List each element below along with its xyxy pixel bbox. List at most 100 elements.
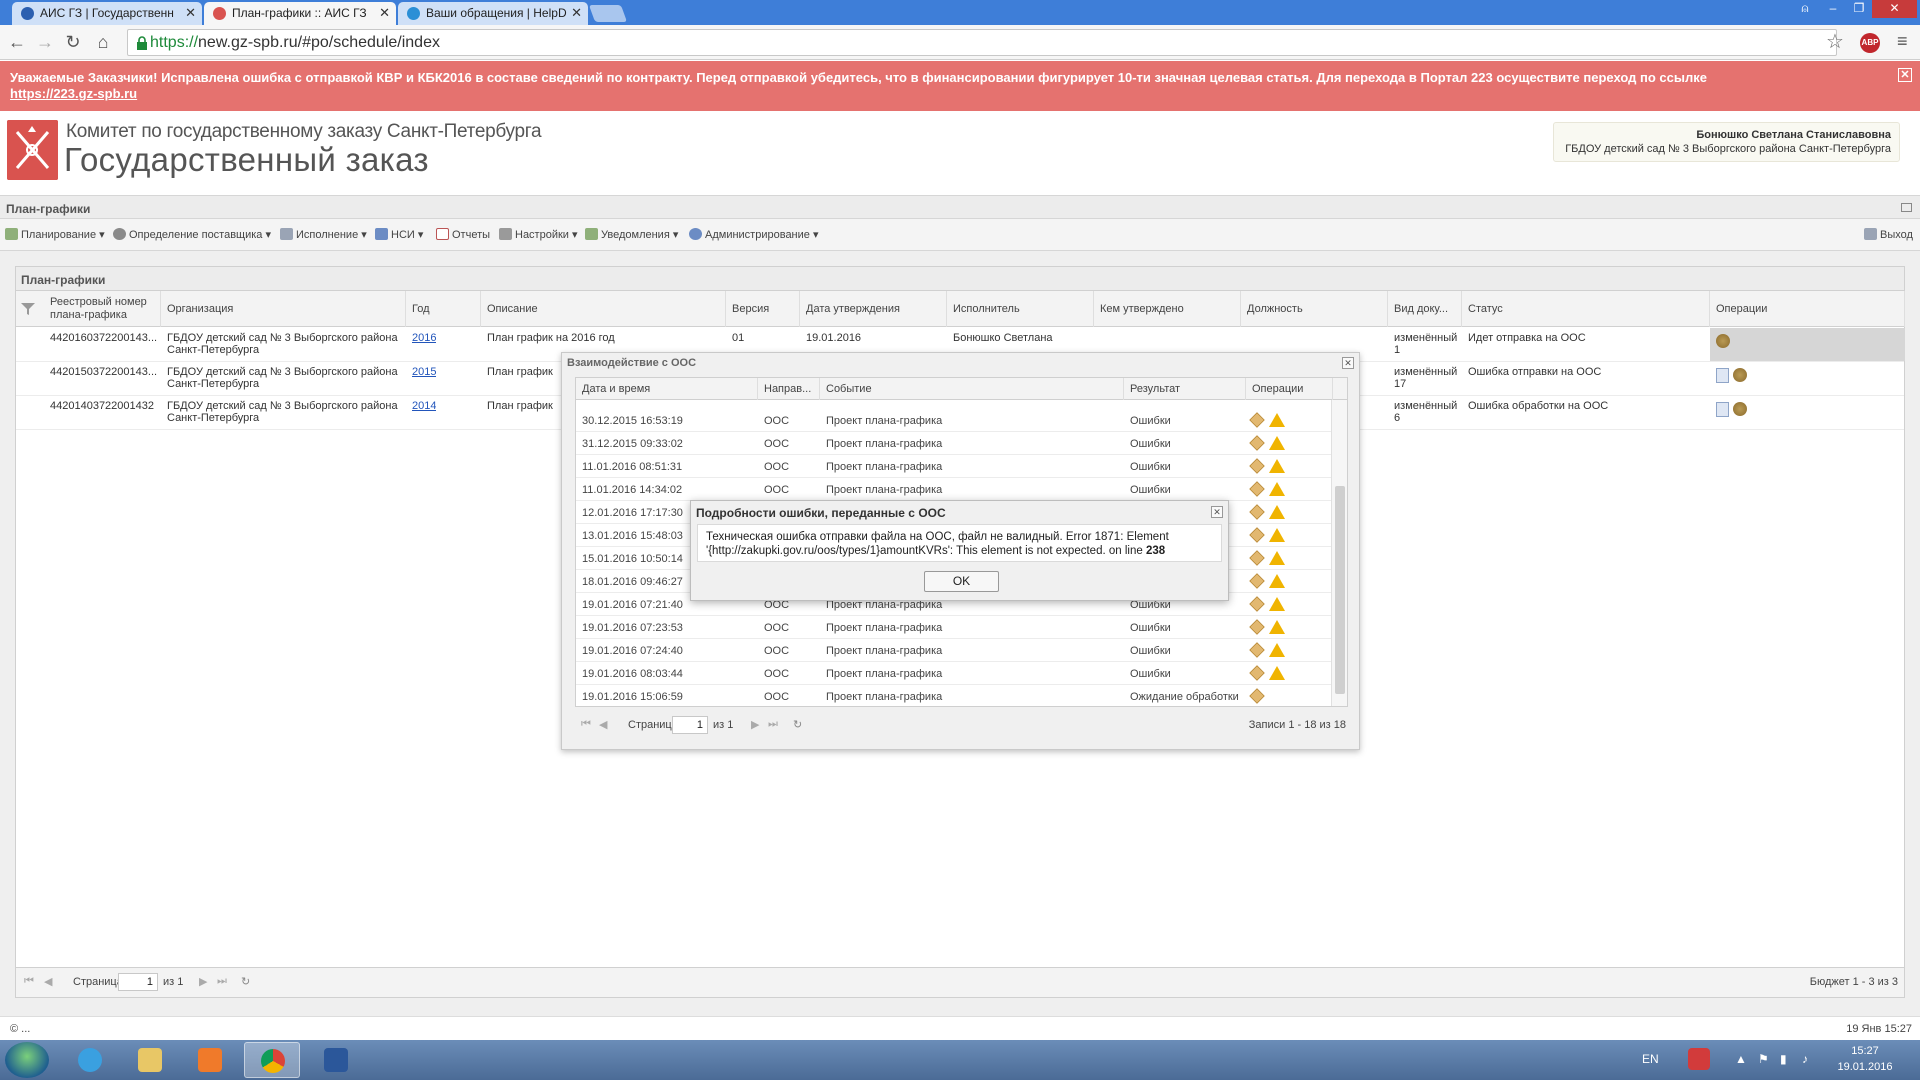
- oos-row[interactable]: 11.01.2016 14:34:02 ООС Проект плана-графи…: [576, 478, 1333, 501]
- exit-button[interactable]: Выход: [1864, 228, 1913, 241]
- oos-row[interactable]: 30.12.2015 16:53:19 ООС Проект плана-графи…: [576, 409, 1333, 432]
- browser-tab-schedule[interactable]: План-графики :: АИС ГЗ ✕: [204, 2, 396, 25]
- last-page-icon[interactable]: ⏭: [768, 718, 778, 731]
- document-icon[interactable]: [1716, 402, 1729, 417]
- warning-icon[interactable]: [1269, 574, 1285, 588]
- user-icon[interactable]: ⍝: [1792, 0, 1818, 18]
- oos-row[interactable]: 31.12.2015 09:33:02 ООС Проект плана-графи…: [576, 432, 1333, 455]
- language-indicator[interactable]: EN: [1642, 1052, 1659, 1066]
- package-icon[interactable]: [1249, 688, 1265, 704]
- warning-icon[interactable]: [1269, 597, 1285, 611]
- col-organization[interactable]: Организация: [161, 291, 406, 327]
- taskbar-chrome[interactable]: [244, 1042, 300, 1078]
- col-approval-date[interactable]: Дата утверждения: [800, 291, 947, 327]
- refresh-icon[interactable]: ↻: [241, 975, 250, 988]
- package-icon[interactable]: [1249, 596, 1265, 612]
- eagle-seal-icon[interactable]: [1716, 334, 1730, 348]
- adblock-icon[interactable]: ABP: [1860, 33, 1880, 53]
- package-icon[interactable]: [1249, 550, 1265, 566]
- oos-row[interactable]: 19.01.2016 15:06:59 ООС Проект плана-графи…: [576, 685, 1333, 706]
- package-icon[interactable]: [1249, 435, 1265, 451]
- page-input[interactable]: 1: [672, 716, 708, 734]
- warning-icon[interactable]: [1269, 413, 1285, 427]
- page-input[interactable]: 1: [118, 973, 158, 991]
- col-reg-number[interactable]: Реестровый номер плана-графика: [44, 291, 161, 327]
- warning-icon[interactable]: [1269, 528, 1285, 542]
- first-page-icon[interactable]: ⏮: [24, 975, 34, 988]
- year-link[interactable]: 2015: [412, 366, 436, 378]
- warning-icon[interactable]: [1269, 436, 1285, 450]
- package-icon[interactable]: [1249, 481, 1265, 497]
- browser-menu-icon[interactable]: ≡: [1897, 31, 1908, 52]
- volume-icon[interactable]: ♪: [1802, 1052, 1808, 1066]
- last-page-icon[interactable]: ⏭: [217, 975, 227, 988]
- col-status[interactable]: Статус: [1462, 291, 1710, 327]
- vertical-scrollbar[interactable]: [1331, 400, 1347, 706]
- oos-row[interactable]: 11.01.2016 08:51:31 ООС Проект плана-графи…: [576, 455, 1333, 478]
- next-page-icon[interactable]: ▶: [751, 718, 759, 731]
- col-operations[interactable]: Операции: [1710, 291, 1905, 327]
- bookmark-star-icon[interactable]: ☆: [1826, 29, 1844, 54]
- prev-page-icon[interactable]: ◀: [599, 718, 607, 731]
- clock[interactable]: 15:27 19.01.2016: [1825, 1043, 1905, 1075]
- warning-icon[interactable]: [1269, 620, 1285, 634]
- col-version[interactable]: Версия: [726, 291, 800, 327]
- browser-tab-helpdesk[interactable]: Ваши обращения | HelpD ✕: [398, 2, 588, 25]
- menu-admin[interactable]: Администрирование ▾: [689, 228, 818, 241]
- taskbar-ie[interactable]: [62, 1042, 118, 1078]
- year-link[interactable]: 2016: [412, 332, 436, 344]
- taskbar-media[interactable]: [182, 1042, 238, 1078]
- col-description[interactable]: Описание: [481, 291, 726, 327]
- filter-icon[interactable]: [21, 303, 35, 315]
- col-approved-by[interactable]: Кем утверждено: [1094, 291, 1241, 327]
- next-page-icon[interactable]: ▶: [199, 975, 207, 988]
- document-icon[interactable]: [1716, 368, 1729, 383]
- package-icon[interactable]: [1249, 412, 1265, 428]
- warning-icon[interactable]: [1269, 666, 1285, 680]
- network-icon[interactable]: ▮: [1780, 1052, 1787, 1066]
- oos-row[interactable]: 19.01.2016 08:03:44 ООС Проект плана-графи…: [576, 662, 1333, 685]
- action-center-icon[interactable]: ⚑: [1758, 1052, 1769, 1066]
- collapse-icon[interactable]: [1901, 203, 1912, 212]
- banner-link[interactable]: https://223.gz-spb.ru: [10, 86, 137, 101]
- warning-icon[interactable]: [1269, 505, 1285, 519]
- new-tab-button[interactable]: [588, 5, 628, 22]
- oos-row[interactable]: 19.01.2016 07:24:40 ООС Проект плана-графи…: [576, 639, 1333, 662]
- close-icon[interactable]: ✕: [1342, 357, 1354, 369]
- forward-icon[interactable]: →: [34, 31, 56, 53]
- package-icon[interactable]: [1249, 573, 1265, 589]
- warning-icon[interactable]: [1269, 459, 1285, 473]
- menu-supplier[interactable]: Определение поставщика ▾: [113, 228, 271, 241]
- reload-icon[interactable]: ↻: [62, 31, 84, 53]
- start-button[interactable]: [5, 1042, 49, 1078]
- warning-icon[interactable]: [1269, 551, 1285, 565]
- close-window-button[interactable]: ✕: [1872, 0, 1917, 18]
- col-operations[interactable]: Операции: [1246, 378, 1333, 400]
- eagle-seal-icon[interactable]: [1733, 402, 1747, 416]
- menu-reports[interactable]: Отчеты: [436, 228, 490, 241]
- col-doc-type[interactable]: Вид доку...: [1388, 291, 1462, 327]
- restore-button[interactable]: ❐: [1846, 0, 1872, 18]
- col-executor[interactable]: Исполнитель: [947, 291, 1094, 327]
- back-icon[interactable]: ←: [6, 31, 28, 53]
- package-icon[interactable]: [1249, 527, 1265, 543]
- first-page-icon[interactable]: ⏮: [581, 718, 591, 731]
- package-icon[interactable]: [1249, 665, 1265, 681]
- eagle-seal-icon[interactable]: [1733, 368, 1747, 382]
- ok-button[interactable]: OK: [924, 571, 999, 592]
- scrollbar-thumb[interactable]: [1335, 486, 1345, 694]
- browser-tab-ais[interactable]: АИС ГЗ | Государственн ✕: [12, 2, 202, 25]
- prev-page-icon[interactable]: ◀: [44, 975, 52, 988]
- col-datetime[interactable]: Дата и время: [576, 378, 758, 400]
- menu-notifications[interactable]: Уведомления ▾: [585, 228, 678, 241]
- col-year[interactable]: Год: [406, 291, 481, 327]
- refresh-icon[interactable]: ↻: [793, 718, 802, 731]
- taskbar-word[interactable]: [308, 1042, 364, 1078]
- package-icon[interactable]: [1249, 619, 1265, 635]
- menu-reference[interactable]: НСИ ▾: [375, 228, 423, 241]
- close-tab-icon[interactable]: ✕: [185, 5, 196, 21]
- warning-icon[interactable]: [1269, 643, 1285, 657]
- close-tab-icon[interactable]: ✕: [379, 5, 390, 21]
- package-icon[interactable]: [1249, 458, 1265, 474]
- close-icon[interactable]: ✕: [1211, 506, 1223, 518]
